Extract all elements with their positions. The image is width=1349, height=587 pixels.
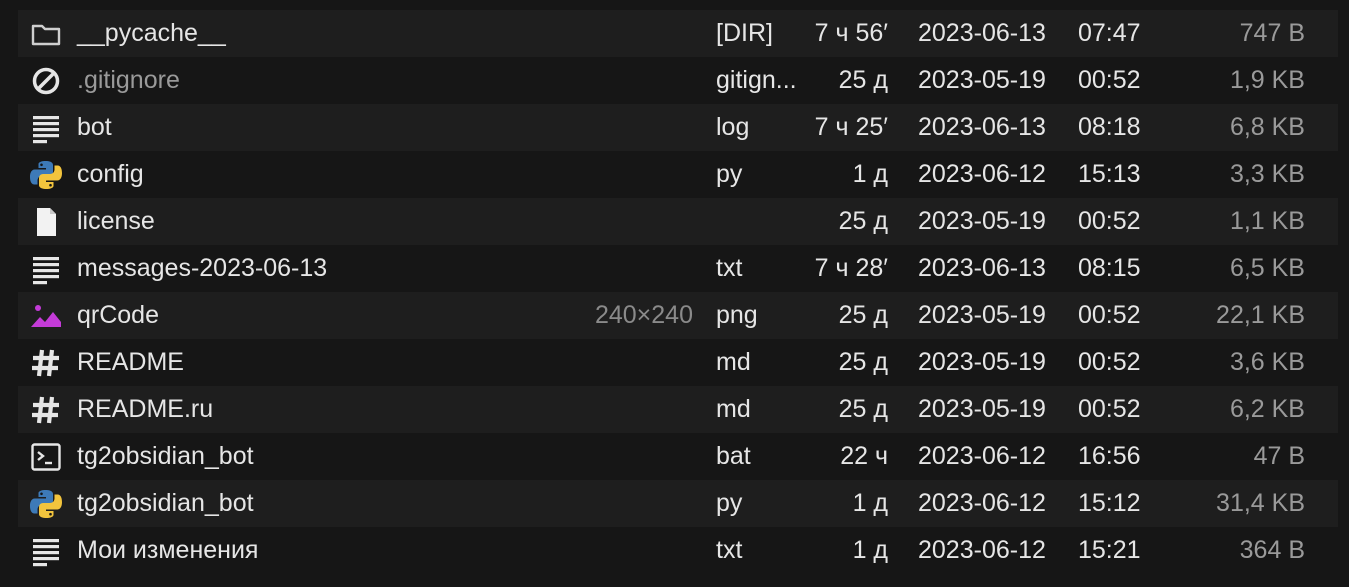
file-name: README.ru: [77, 395, 214, 423]
file-time: 00:52: [1078, 395, 1141, 423]
file-date: 2023-06-12: [918, 536, 1046, 564]
file-age: 1 д: [852, 160, 888, 188]
file-date: 2023-06-12: [918, 160, 1046, 188]
file-age: 7 ч 25′: [814, 113, 888, 141]
python-icon: [30, 488, 62, 520]
file-extension: log: [716, 113, 750, 141]
file-extension: py: [716, 489, 743, 517]
file-row[interactable]: README.ru md 25 д 2023-05-19 00:52 6,2 KB: [18, 386, 1338, 433]
file-size: 6,2 KB: [1229, 395, 1305, 423]
file-size: 6,8 KB: [1229, 113, 1305, 141]
file-list-panel: __pycache__ [DIR] 7 ч 56′ 2023-06-13 07:47 74…: [0, 0, 1349, 587]
text-lines-icon: [30, 112, 62, 144]
file-date: 2023-06-13: [918, 254, 1046, 282]
file-name: license: [77, 207, 155, 235]
file-row[interactable]: tg2obsidian_bot py 1 д 2023-06-12 15:12 31,4 …: [18, 480, 1338, 527]
file-size: 47 B: [1253, 442, 1305, 470]
text-lines-icon: [30, 535, 62, 567]
file-name: tg2obsidian_bot: [77, 442, 254, 470]
hash-icon: [30, 347, 62, 379]
file-size: 364 B: [1239, 536, 1305, 564]
file-size: 22,1 KB: [1216, 301, 1305, 329]
file-age: 25 д: [838, 301, 888, 329]
file-name: Мои изменения: [77, 536, 259, 564]
file-date: 2023-06-13: [918, 19, 1046, 47]
file-age: 25 д: [838, 348, 888, 376]
file-name: messages-2023-06-13: [77, 254, 328, 282]
file-name: README: [77, 348, 184, 376]
file-name: .gitignore: [77, 66, 180, 94]
file-size: 747 B: [1239, 19, 1305, 47]
file-dimensions: 240×240: [594, 301, 693, 329]
file-date: 2023-05-19: [918, 66, 1046, 94]
file-time: 00:52: [1078, 301, 1141, 329]
file-size: 6,5 KB: [1229, 254, 1305, 282]
file-row[interactable]: __pycache__ [DIR] 7 ч 56′ 2023-06-13 07:47 74…: [18, 10, 1338, 57]
file-time: 08:18: [1078, 113, 1141, 141]
file-name: tg2obsidian_bot: [77, 489, 254, 517]
file-row[interactable]: README md 25 д 2023-05-19 00:52 3,6 KB: [18, 339, 1338, 386]
file-extension: md: [716, 395, 751, 423]
terminal-icon: [30, 441, 62, 473]
file-time: 15:13: [1078, 160, 1141, 188]
file-age: 25 д: [838, 66, 888, 94]
file-name: qrCode: [77, 301, 159, 329]
file-name: __pycache__: [77, 19, 226, 47]
file-row[interactable]: config py 1 д 2023-06-12 15:13 3,3 KB: [18, 151, 1338, 198]
file-time: 15:21: [1078, 536, 1141, 564]
file-time: 00:52: [1078, 66, 1141, 94]
file-age: 1 д: [852, 536, 888, 564]
file-size: 1,9 KB: [1229, 66, 1305, 94]
file-row[interactable]: tg2obsidian_bot bat 22 ч 2023-06-12 16:56 47 …: [18, 433, 1338, 480]
file-age: 22 ч: [840, 442, 888, 470]
file-time: 07:47: [1078, 19, 1141, 47]
hash-icon: [30, 394, 62, 426]
file-date: 2023-05-19: [918, 207, 1046, 235]
ignore-icon: [30, 65, 62, 97]
file-row[interactable]: bot log 7 ч 25′ 2023-06-13 08:18 6,8 KB: [18, 104, 1338, 151]
file-extension: gitign...: [716, 66, 797, 94]
file-date: 2023-06-13: [918, 113, 1046, 141]
file-extension: bat: [716, 442, 751, 470]
file-age: 1 д: [852, 489, 888, 517]
file-name: config: [77, 160, 144, 188]
file-time: 15:12: [1078, 489, 1141, 517]
file-row[interactable]: license 25 д 2023-05-19 00:52 1,1 KB: [18, 198, 1338, 245]
file-time: 00:52: [1078, 348, 1141, 376]
file-time: 08:15: [1078, 254, 1141, 282]
file-extension: txt: [716, 536, 743, 564]
folder-icon: [30, 18, 62, 50]
file-age: 7 ч 28′: [814, 254, 888, 282]
file-size: 1,1 KB: [1229, 207, 1305, 235]
blank-file-icon: [30, 206, 62, 238]
file-extension: md: [716, 348, 751, 376]
file-row[interactable]: .gitignore gitign... 25 д 2023-05-19 00:52 1,…: [18, 57, 1338, 104]
file-size: 31,4 KB: [1216, 489, 1305, 517]
python-icon: [30, 159, 62, 191]
text-lines-icon: [30, 253, 62, 285]
file-row[interactable]: qrCode 240×240 png 25 д 2023-05-19 00:52 22,1 …: [18, 292, 1338, 339]
file-list: __pycache__ [DIR] 7 ч 56′ 2023-06-13 07:47 74…: [18, 10, 1338, 574]
file-time: 16:56: [1078, 442, 1141, 470]
file-extension: txt: [716, 254, 743, 282]
file-size: 3,6 KB: [1229, 348, 1305, 376]
file-row[interactable]: Мои изменения txt 1 д 2023-06-12 15:21 364 B: [18, 527, 1338, 574]
file-row[interactable]: messages-2023-06-13 txt 7 ч 28′ 2023-06-13 0…: [18, 245, 1338, 292]
file-age: 25 д: [838, 395, 888, 423]
file-date: 2023-06-12: [918, 442, 1046, 470]
file-time: 00:52: [1078, 207, 1141, 235]
file-extension: py: [716, 160, 743, 188]
file-date: 2023-05-19: [918, 348, 1046, 376]
file-extension: png: [716, 301, 758, 329]
file-extension: [DIR]: [716, 19, 773, 47]
file-age: 25 д: [838, 207, 888, 235]
image-icon: [30, 300, 62, 332]
file-size: 3,3 KB: [1229, 160, 1305, 188]
file-name: bot: [77, 113, 112, 141]
file-date: 2023-06-12: [918, 489, 1046, 517]
file-date: 2023-05-19: [918, 395, 1046, 423]
file-date: 2023-05-19: [918, 301, 1046, 329]
file-age: 7 ч 56′: [814, 19, 888, 47]
